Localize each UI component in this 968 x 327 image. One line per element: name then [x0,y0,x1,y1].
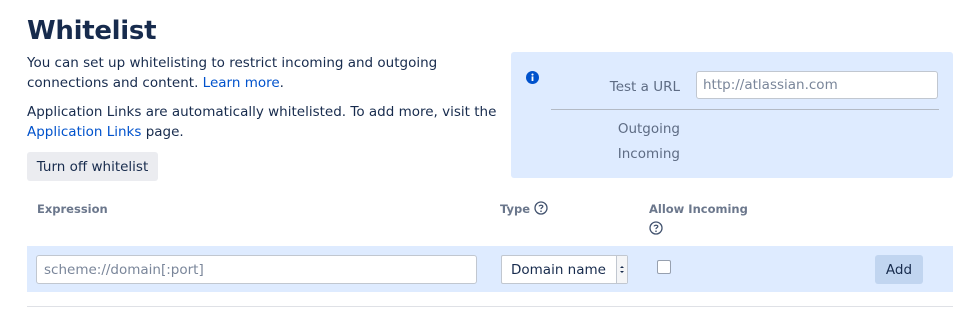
type-select[interactable]: Domain name [501,255,628,284]
chevron-down-icon [616,256,627,283]
type-select-value: Domain name [511,262,606,278]
allow-incoming-checkbox[interactable] [657,260,671,274]
info-icon [526,69,539,84]
test-url-input[interactable] [696,71,938,99]
application-links-link[interactable]: Application Links [27,124,141,140]
add-whitelist-row: Domain name Add [27,246,953,292]
description-period: . [279,75,284,91]
column-header-type: Type [500,201,548,218]
question-circle-icon[interactable] [534,201,548,218]
page-title: Whitelist [27,16,157,46]
learn-more-link[interactable]: Learn more [203,75,280,91]
description-page-word: page. [145,124,184,140]
table-divider [27,306,953,307]
add-button[interactable]: Add [875,255,923,284]
description-text: Application Links are automatically whit… [27,104,497,120]
column-header-allow-incoming: Allow Incoming [649,202,748,216]
expression-input[interactable] [36,255,477,284]
whitelist-description: You can set up whitelisting to restrict … [27,53,497,93]
column-header-type-label: Type [500,202,531,216]
test-url-label: Test a URL [609,79,680,95]
application-links-description: Application Links are automatically whit… [27,102,497,142]
panel-divider [551,109,939,110]
question-circle-icon[interactable] [649,220,663,239]
test-url-panel: Test a URL Outgoing Incoming [511,52,953,178]
incoming-label: Incoming [617,146,680,162]
turn-off-whitelist-button[interactable]: Turn off whitelist [27,152,158,181]
outgoing-label: Outgoing [617,121,680,137]
column-header-expression: Expression [37,202,108,216]
